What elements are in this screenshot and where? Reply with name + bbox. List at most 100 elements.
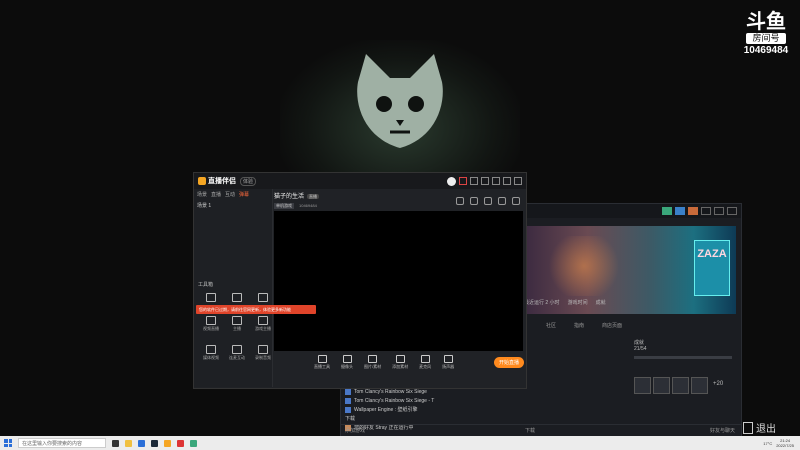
skin-icon[interactable] bbox=[470, 177, 478, 185]
exit-button[interactable]: 退出 bbox=[743, 420, 776, 435]
tool-item[interactable]: 主播 bbox=[224, 316, 250, 332]
system-tray: 17°C 21:24 2022/7/25 bbox=[763, 438, 794, 448]
library-item[interactable]: 下载 bbox=[345, 414, 535, 423]
maximize-icon[interactable] bbox=[714, 207, 724, 215]
message-icon[interactable] bbox=[484, 197, 492, 205]
exit-label: 退出 bbox=[756, 424, 776, 435]
tab-community[interactable]: 社区 bbox=[546, 322, 556, 329]
stream-app-window: 直播伴侣 体验 场景 直播 互动 弹幕 场景 1 工具箱 视频直播 主播 游戏主 bbox=[193, 172, 527, 389]
tab-interact[interactable]: 互动 bbox=[225, 191, 235, 198]
tool-item[interactable]: 媒体视频 bbox=[198, 345, 224, 361]
tool-item[interactable] bbox=[250, 293, 276, 303]
tool-item[interactable]: 视频直播 bbox=[198, 316, 224, 332]
app-name: 直播伴侣 bbox=[208, 178, 236, 185]
bottom-tool[interactable]: 直播工具 bbox=[314, 354, 330, 370]
stream-title[interactable]: 猫子的生活 bbox=[274, 194, 304, 200]
launcher-tabs: 社区 指南 商店页面 bbox=[546, 322, 622, 329]
file-explorer-icon[interactable] bbox=[125, 439, 132, 447]
scene-item[interactable]: 场景 1 bbox=[194, 200, 272, 211]
left-pane: 场景 直播 互动 弹幕 场景 1 工具箱 视频直播 主播 游戏主播 媒体视频 连… bbox=[194, 189, 273, 387]
stream-bottom-bar: 直播工具 摄像头 图片/素材 添加素材 麦克风 扬声器 开始直播 bbox=[274, 353, 524, 371]
bottom-tool[interactable]: 麦克风 bbox=[419, 354, 431, 370]
user-icon bbox=[232, 293, 242, 302]
lock-icon[interactable] bbox=[470, 197, 478, 205]
library-item[interactable]: Tom Clancy's Rainbow Six Siege - T bbox=[345, 396, 535, 405]
app-logo: 直播伴侣 bbox=[198, 176, 236, 186]
cat-mascot-icon bbox=[357, 54, 443, 148]
stat-last-played: 最近运行 2 小时 bbox=[524, 300, 560, 306]
tab-danmaku[interactable]: 弹幕 bbox=[239, 191, 249, 198]
tab-live[interactable]: 直播 bbox=[211, 191, 221, 198]
library-item[interactable]: Wallpaper Engine : 壁纸引擎 bbox=[345, 405, 535, 414]
launcher-footer: 添加游戏 下载 好友与聊天 bbox=[341, 424, 741, 436]
camera-icon bbox=[342, 354, 352, 363]
tool-item[interactable] bbox=[198, 293, 224, 303]
tool-item[interactable] bbox=[224, 293, 250, 303]
settings-icon[interactable] bbox=[481, 177, 489, 185]
weather-temp[interactable]: 17°C bbox=[763, 441, 772, 446]
task-view-icon[interactable] bbox=[112, 439, 119, 447]
bottom-tool[interactable]: 扬声器 bbox=[442, 354, 455, 370]
tab-guides[interactable]: 指南 bbox=[574, 322, 584, 329]
user-avatar[interactable] bbox=[688, 207, 698, 215]
record-icon bbox=[258, 345, 268, 354]
achievement-icon[interactable] bbox=[672, 377, 689, 394]
clock[interactable]: 21:24 2022/7/25 bbox=[776, 438, 794, 448]
game-icon bbox=[345, 388, 351, 395]
tool-label: 录制音频 bbox=[255, 355, 271, 360]
close-icon[interactable] bbox=[727, 207, 737, 215]
taskbar-search-input[interactable]: 在这里输入你要搜索的内容 bbox=[18, 438, 106, 448]
achievement-icon[interactable] bbox=[691, 377, 708, 394]
downloads-button[interactable]: 下载 bbox=[525, 427, 535, 434]
tool-item[interactable]: 录制音频 bbox=[250, 345, 276, 361]
tool-item[interactable]: 连麦互动 bbox=[224, 345, 250, 361]
tab-store-page[interactable]: 商店页面 bbox=[602, 322, 622, 329]
bottom-tool-label: 添加素材 bbox=[392, 363, 409, 369]
steam-icon[interactable] bbox=[151, 439, 158, 447]
stream-info-header: 猫子的生活 直播 单机游戏 10469484 bbox=[274, 191, 522, 213]
minimize-icon[interactable] bbox=[492, 177, 500, 185]
category-tag[interactable]: 单机游戏 bbox=[274, 203, 294, 209]
tool-item[interactable]: 游戏主播 bbox=[250, 316, 276, 332]
achievement-icons: +20 bbox=[634, 377, 732, 394]
friends-chat-button[interactable]: 好友与聊天 bbox=[710, 427, 735, 434]
stream-preview[interactable] bbox=[274, 211, 523, 351]
version-badge: 体验 bbox=[240, 176, 257, 186]
achievements-more[interactable]: +20 bbox=[710, 377, 723, 394]
minimize-icon[interactable] bbox=[701, 207, 711, 215]
bottom-tool[interactable]: 添加素材 bbox=[392, 354, 409, 370]
library-item-label: 下载 bbox=[345, 416, 356, 422]
windows-start-icon[interactable] bbox=[4, 439, 12, 447]
achievement-icon[interactable] bbox=[634, 377, 651, 394]
user-avatar[interactable] bbox=[447, 176, 456, 186]
start-live-button[interactable]: 开始直播 bbox=[493, 356, 524, 368]
app-taskbar-icon[interactable] bbox=[190, 439, 197, 447]
tools-icon bbox=[317, 354, 327, 363]
update-toast[interactable]: 您的软件已过期，请前往官网更新，体验更多新功能 bbox=[196, 305, 316, 314]
stream-app-header: 直播伴侣 体验 bbox=[194, 173, 526, 189]
close-icon[interactable] bbox=[514, 177, 522, 185]
stream-app-taskbar-icon[interactable] bbox=[164, 439, 171, 447]
app-taskbar-icon[interactable] bbox=[177, 439, 184, 447]
bottom-tool-label: 扬声器 bbox=[442, 363, 455, 369]
add-game-button[interactable]: 添加游戏 bbox=[345, 427, 365, 434]
tool-label: 媒体视频 bbox=[203, 355, 219, 360]
tool-label: 连麦互动 bbox=[229, 355, 245, 360]
edge-icon[interactable] bbox=[138, 439, 145, 447]
bottom-tool[interactable]: 图片/素材 bbox=[364, 354, 381, 370]
share-icon[interactable] bbox=[456, 197, 464, 205]
bottom-tool-label: 摄像头 bbox=[341, 363, 353, 369]
bottom-tool[interactable]: 摄像头 bbox=[341, 354, 353, 370]
tab-scene[interactable]: 场景 bbox=[197, 191, 207, 198]
achievements-panel: 成就 21/54 +20 bbox=[634, 339, 732, 394]
clock-date: 2022/7/25 bbox=[776, 443, 794, 448]
achievement-icon[interactable] bbox=[653, 377, 670, 394]
hero-glow bbox=[544, 236, 624, 296]
more-icon[interactable] bbox=[512, 197, 520, 205]
tool-label: 视频直播 bbox=[203, 326, 219, 331]
stream-badge: 直播 bbox=[307, 194, 320, 199]
mail-icon[interactable] bbox=[459, 177, 467, 185]
maximize-icon[interactable] bbox=[503, 177, 511, 185]
game-icon bbox=[345, 406, 351, 413]
bell-icon[interactable] bbox=[498, 197, 506, 205]
